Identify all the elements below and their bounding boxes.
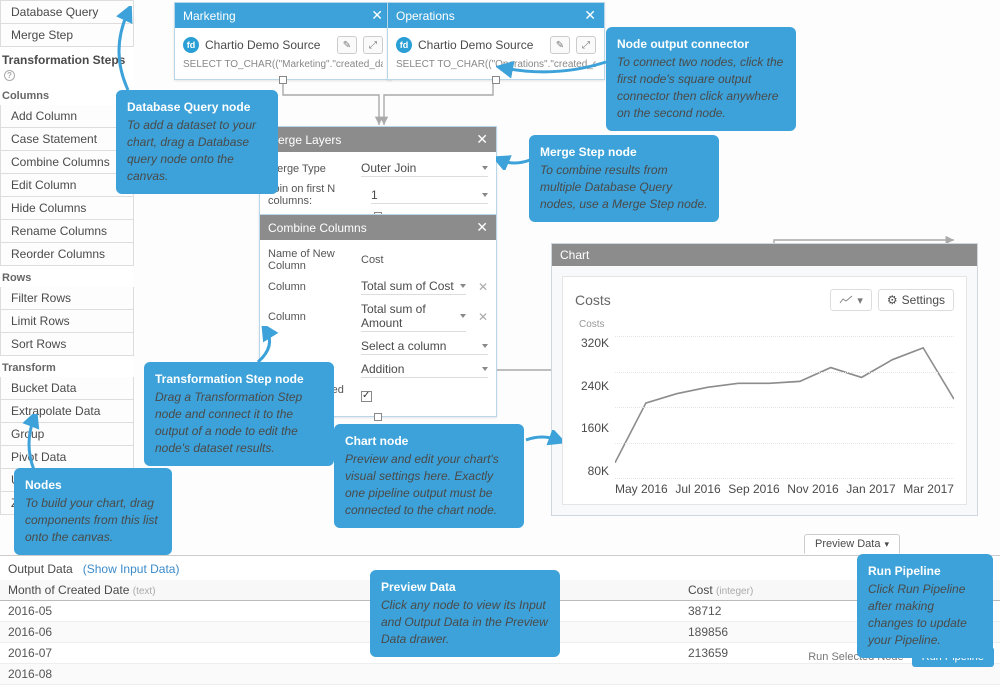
edit-icon[interactable]: ✎	[550, 36, 570, 54]
chart-node[interactable]: Chart Costs ▾ ⚙Settings Costs 320K 240K …	[551, 243, 978, 516]
chart-inner-title: Costs	[575, 292, 611, 308]
sidebar-item-edit-column[interactable]: Edit Column	[0, 174, 134, 197]
source-name: Chartio Demo Source	[205, 38, 331, 52]
sidebar-item-rename-columns[interactable]: Rename Columns	[0, 220, 134, 243]
chart-title: Chart	[560, 248, 589, 262]
new-column-name-label: Name of New Column	[268, 248, 353, 272]
sidebar-item-sort-rows[interactable]: Sort Rows	[0, 333, 134, 356]
callout-nodes: NodesTo build your chart, drag component…	[14, 468, 172, 555]
rows-heading: Rows	[0, 266, 134, 287]
sidebar-item-combine-columns[interactable]: Combine Columns	[0, 151, 134, 174]
column-select-1[interactable]: Total sum of Cost	[361, 278, 466, 295]
y-axis-label: Costs	[575, 315, 954, 330]
sidebar-item-filter-rows[interactable]: Filter Rows	[0, 287, 134, 310]
callout-merge-step: Merge Step nodeTo combine results from m…	[529, 135, 719, 222]
sidebar-item-extrapolate-data[interactable]: Extrapolate Data	[0, 400, 134, 423]
chart-plot: 320K 240K 160K 80K May 2016Jul 2016Sep 2…	[575, 336, 954, 496]
show-input-data-link[interactable]: (Show Input Data)	[83, 562, 180, 576]
output-data-heading: Output Data	[8, 562, 73, 576]
node-title: Marketing	[183, 9, 236, 23]
canvas[interactable]: Marketing ✕ fd Chartio Demo Source ✎ ⤢ SELEC…	[134, 0, 1000, 555]
sidebar-item-limit-rows[interactable]: Limit Rows	[0, 310, 134, 333]
new-column-name-input[interactable]: Cost	[361, 254, 488, 266]
column-select-3[interactable]: Select a column	[361, 338, 488, 355]
info-icon[interactable]: ?	[4, 70, 15, 81]
close-icon[interactable]: ✕	[476, 219, 488, 236]
sql-preview: SELECT TO_CHAR(("Marketing"."created_dat…	[183, 57, 383, 74]
preview-data-tab[interactable]: Preview Data	[804, 534, 900, 554]
settings-button[interactable]: ⚙Settings	[878, 289, 954, 311]
gear-icon: ⚙	[887, 293, 898, 307]
merge-type-select[interactable]: Outer Join	[361, 160, 488, 177]
expand-icon[interactable]: ⤢	[363, 36, 383, 54]
callout-transformation-step: Transformation Step nodeDrag a Transform…	[144, 362, 334, 466]
merge-layers-node[interactable]: Merge Layers ✕ Merge Type Outer Join Join …	[259, 126, 497, 216]
sidebar-item-hide-columns[interactable]: Hide Columns	[0, 197, 134, 220]
callout-preview-data: Preview DataClick any node to view its I…	[370, 570, 560, 657]
node-title: Combine Columns	[268, 221, 367, 235]
node-title: Merge Layers	[268, 133, 341, 147]
sidebar-item-reorder-columns[interactable]: Reorder Columns	[0, 243, 134, 266]
chart-type-button[interactable]: ▾	[830, 289, 872, 311]
node-title: Operations	[396, 9, 455, 23]
close-icon[interactable]: ✕	[584, 7, 596, 24]
remove-icon[interactable]: ✕	[478, 310, 488, 324]
column-label: Column	[268, 281, 353, 293]
sidebar-item-pivot-data[interactable]: Pivot Data	[0, 446, 134, 469]
column-select-2[interactable]: Total sum of Amount	[361, 301, 466, 332]
source-name: Chartio Demo Source	[418, 38, 544, 52]
output-connector[interactable]	[279, 76, 287, 84]
combine-by-select[interactable]: Addition	[361, 361, 488, 378]
join-n-select[interactable]: 1	[371, 187, 488, 204]
sidebar-item-group[interactable]: Group	[0, 423, 134, 446]
callout-output-connector: Node output connectorTo connect two node…	[606, 27, 796, 131]
close-icon[interactable]: ✕	[371, 7, 383, 24]
source-icon: fd	[396, 37, 412, 53]
remove-icon[interactable]: ✕	[478, 280, 488, 294]
expand-icon[interactable]: ⤢	[576, 36, 596, 54]
join-n-label: Join on first N columns:	[268, 183, 363, 207]
sidebar-item-add-column[interactable]: Add Column	[0, 105, 134, 128]
transform-heading: Transform	[0, 356, 134, 377]
close-icon[interactable]: ✕	[476, 131, 488, 148]
sidebar-item-case-statement[interactable]: Case Statement	[0, 128, 134, 151]
sidebar-item-bucket-data[interactable]: Bucket Data	[0, 377, 134, 400]
callout-db-query: Database Query nodeTo add a dataset to y…	[116, 90, 278, 194]
merge-type-label: Merge Type	[268, 163, 353, 175]
column-label: Column	[268, 311, 353, 323]
hide-combined-checkbox[interactable]	[361, 391, 372, 402]
edit-icon[interactable]: ✎	[337, 36, 357, 54]
callout-chart-node: Chart nodePreview and edit your chart's …	[334, 424, 524, 528]
source-icon: fd	[183, 37, 199, 53]
output-connector[interactable]	[374, 413, 382, 421]
callout-run-pipeline: Run PipelineClick Run Pipeline after mak…	[857, 554, 993, 658]
marketing-node[interactable]: Marketing ✕ fd Chartio Demo Source ✎ ⤢ SELEC…	[174, 2, 392, 80]
